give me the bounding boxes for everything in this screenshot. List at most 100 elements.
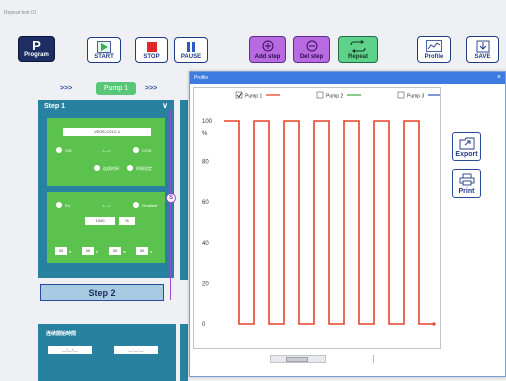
program-button[interactable]: P Program bbox=[18, 36, 55, 62]
program-label: Program bbox=[24, 52, 49, 58]
start-time-panel: 连续開始時間 __/__/__ __:__:__ bbox=[38, 324, 176, 381]
legend-checkbox[interactable] bbox=[316, 91, 324, 99]
scroll-thumb[interactable] bbox=[286, 357, 308, 362]
option-a-radio[interactable] bbox=[94, 165, 100, 171]
scroll-marker bbox=[373, 355, 374, 363]
stop-icon bbox=[146, 42, 157, 52]
start-date-field[interactable]: __/__/__ bbox=[48, 346, 92, 354]
time-unit-s: s bbox=[150, 249, 152, 254]
series-end-point bbox=[432, 322, 436, 326]
direction-arrow: <---> bbox=[102, 148, 111, 153]
repeat-label: Repeat bbox=[347, 54, 368, 60]
cw-radio[interactable] bbox=[56, 147, 62, 153]
repeat-icon bbox=[350, 40, 366, 53]
add-icon bbox=[262, 40, 273, 52]
window-title: Repeat test 01 bbox=[4, 10, 37, 16]
save-label: SAVE bbox=[474, 54, 491, 60]
y-tick-label: 40 bbox=[202, 241, 209, 247]
legend-label: Pump 3 bbox=[407, 94, 424, 100]
pause-label: PAUSE bbox=[180, 54, 202, 60]
pump1-series-line bbox=[224, 120, 434, 325]
fix-radio[interactable] bbox=[56, 202, 62, 208]
profile-button[interactable]: Profile bbox=[417, 36, 451, 63]
next-pump-arrows[interactable]: >>> bbox=[145, 85, 157, 92]
pump-selector[interactable]: Pump 1 bbox=[96, 82, 136, 95]
gradient-radio[interactable] bbox=[133, 202, 139, 208]
pause-icon bbox=[187, 42, 195, 52]
time-field-d[interactable]: 00 bbox=[55, 247, 67, 255]
option-a-label: 连续时间 bbox=[103, 166, 119, 171]
pause-button[interactable]: PAUSE bbox=[174, 37, 208, 63]
chevron-down-icon[interactable]: ∨ bbox=[162, 101, 168, 110]
export-icon bbox=[459, 137, 474, 150]
unit-field[interactable]: % bbox=[119, 217, 135, 225]
close-icon[interactable]: × bbox=[497, 74, 501, 81]
y-axis-label: % bbox=[202, 131, 208, 137]
play-icon bbox=[97, 41, 111, 53]
chart-icon bbox=[426, 40, 442, 52]
profile-chart-frame: Pump 1 Pump 2 Pump 3% 100 80 60 40 20 0 bbox=[193, 87, 442, 349]
option-b-label: 时间设定 bbox=[136, 166, 152, 171]
time-unit-d: d bbox=[69, 249, 72, 254]
time-field-s[interactable]: 00 bbox=[136, 247, 148, 255]
legend-checkbox[interactable] bbox=[397, 91, 405, 99]
stop-label: STOP bbox=[143, 54, 160, 60]
y-tick-label: 60 bbox=[202, 200, 209, 206]
time-field-h[interactable]: 00 bbox=[82, 247, 94, 255]
profile-label: Profile bbox=[424, 54, 444, 60]
chart-scrollbar[interactable] bbox=[270, 355, 326, 363]
gradient-label: Gradient bbox=[142, 203, 158, 208]
rate-field[interactable]: 1ΦOE-C01C-1 bbox=[63, 128, 151, 136]
sync-badge[interactable]: S bbox=[166, 193, 176, 203]
step1-panel: Step 1 ∨ 1ΦOE-C01C-1 CW <---> CCW 连续时间 时… bbox=[38, 100, 174, 278]
step1-title: Step 1 bbox=[44, 103, 66, 110]
time-unit-m: m bbox=[123, 249, 127, 254]
repeat-button[interactable]: Repeat bbox=[338, 36, 378, 63]
print-button[interactable]: Print bbox=[452, 169, 481, 198]
start-time-title: 连续開始時間 bbox=[46, 331, 77, 337]
y-tick-label: 20 bbox=[202, 281, 209, 287]
start-label: START bbox=[94, 54, 114, 60]
timeline-line bbox=[170, 110, 171, 300]
direction-box: 1ΦOE-C01C-1 CW <---> CCW 连续时间 时间设定 bbox=[47, 118, 165, 186]
add-step-button[interactable]: Add step bbox=[249, 36, 286, 63]
step1-strip bbox=[180, 100, 188, 280]
value-field[interactable]: 1000 bbox=[85, 217, 115, 225]
y-tick-label: 0 bbox=[202, 322, 206, 328]
option-b-radio[interactable] bbox=[127, 165, 133, 171]
del-step-label: Del step bbox=[299, 54, 324, 60]
profile-chart: Pump 1 Pump 2 Pump 3% 100 80 60 40 20 0 bbox=[202, 91, 442, 328]
start-button[interactable]: START bbox=[87, 37, 121, 63]
bottom-strip bbox=[180, 324, 188, 381]
step2-header[interactable]: Step 2 bbox=[40, 284, 164, 301]
legend-label: Pump 2 bbox=[326, 94, 343, 100]
y-tick-label: 100 bbox=[202, 119, 213, 125]
print-label: Print bbox=[458, 188, 475, 195]
save-button[interactable]: SAVE bbox=[466, 36, 499, 63]
prev-pump-arrows[interactable]: >>> bbox=[60, 85, 72, 92]
flow-arrow: <---> bbox=[102, 203, 111, 208]
stop-button[interactable]: STOP bbox=[135, 37, 168, 63]
time-field-m[interactable]: 00 bbox=[109, 247, 121, 255]
legend-label: Pump 1 bbox=[245, 94, 262, 100]
flow-box: Fix <---> Gradient 1000 % 00 d 00 h 00 m… bbox=[47, 192, 165, 263]
start-time-field[interactable]: __:__:__ bbox=[114, 346, 158, 354]
profile-dialog: Profile × Pump 1 Pump 2 Pump 3% 100 80 60 40 20… bbox=[189, 71, 506, 377]
download-icon bbox=[476, 40, 489, 53]
ccw-radio[interactable] bbox=[133, 147, 139, 153]
add-step-label: Add step bbox=[254, 54, 281, 60]
program-icon: P bbox=[32, 38, 41, 53]
del-step-button[interactable]: Del step bbox=[293, 36, 330, 63]
dialog-titlebar[interactable]: Profile × bbox=[190, 72, 505, 84]
fix-label: Fix bbox=[65, 203, 71, 208]
remove-icon bbox=[306, 40, 317, 52]
ccw-label: CCW bbox=[142, 148, 152, 153]
cw-label: CW bbox=[65, 148, 72, 153]
export-button[interactable]: Export bbox=[452, 132, 481, 161]
dialog-title: Profile bbox=[194, 75, 209, 81]
time-unit-h: h bbox=[96, 249, 99, 254]
printer-icon bbox=[459, 173, 474, 186]
app-window: Repeat test 01 P Program START STOP PAUS… bbox=[0, 0, 506, 381]
export-label: Export bbox=[455, 151, 478, 158]
step1-header[interactable]: Step 1 ∨ bbox=[38, 100, 174, 114]
